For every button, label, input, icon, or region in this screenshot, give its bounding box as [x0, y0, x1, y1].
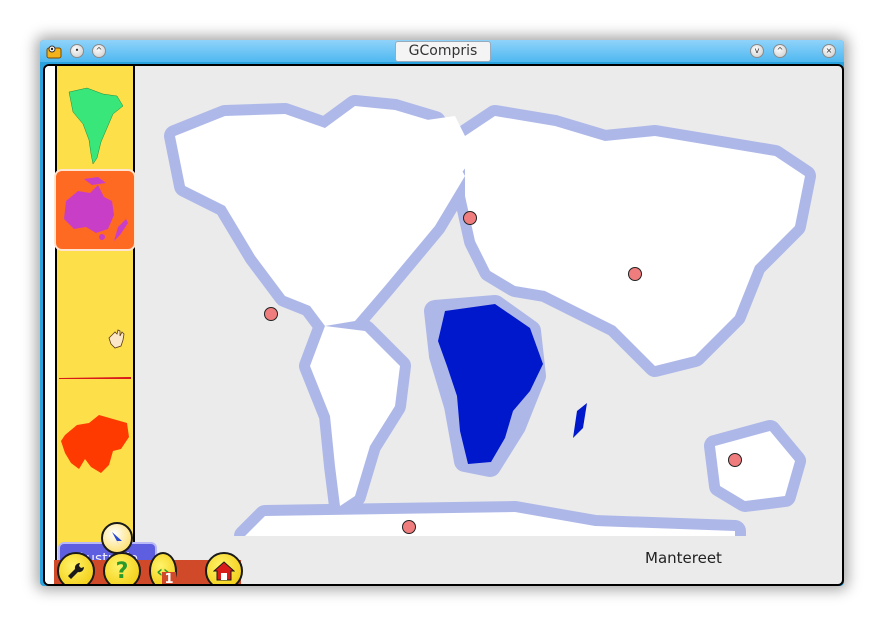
continent-piece-oceania[interactable] — [54, 169, 136, 251]
target-dot-asia[interactable] — [628, 267, 642, 281]
world-map — [135, 66, 842, 547]
minimize-button[interactable]: v — [750, 44, 764, 58]
target-dot-europe[interactable] — [463, 211, 477, 225]
oceania-shape — [64, 177, 128, 241]
gcompris-app-icon[interactable] — [46, 43, 62, 59]
left-margin — [45, 66, 57, 584]
menu-button[interactable]: • — [70, 44, 84, 58]
home-glyph — [213, 561, 235, 581]
asia-shape — [61, 415, 129, 473]
title-bar: • ^ GCompris v ^ × — [40, 40, 844, 62]
target-dot-australia[interactable] — [728, 453, 742, 467]
level-number: 1 — [162, 572, 176, 584]
continent-piece-europe[interactable] — [57, 366, 133, 379]
game-canvas: Mantereet Australia ? ‹› 1 — [43, 64, 844, 586]
close-button[interactable]: × — [822, 44, 836, 58]
home-icon[interactable] — [205, 552, 243, 584]
south-america-shape — [68, 87, 124, 165]
app-window: • ^ GCompris v ^ × Mantereet ? ‹› 1 — [40, 40, 844, 586]
ok-arrow-icon[interactable] — [101, 522, 133, 554]
continent-piece-asia[interactable] — [57, 411, 133, 481]
placed-slot — [57, 328, 133, 358]
target-name-label: Mantereet — [645, 549, 722, 567]
help-icon[interactable]: ? — [103, 552, 141, 584]
target-dot-north-america[interactable] — [264, 307, 278, 321]
madagascar-shape — [573, 403, 587, 438]
hand-cursor-icon — [108, 329, 125, 349]
wrench-icon[interactable] — [57, 552, 95, 584]
wrench-glyph — [68, 562, 85, 579]
europe-shape — [59, 377, 131, 379]
target-dot-antarctica[interactable] — [402, 520, 416, 534]
maximize-button[interactable]: ^ — [773, 44, 787, 58]
keep-above-button[interactable]: ^ — [92, 44, 106, 58]
arrow-glyph — [112, 532, 122, 545]
continent-piece-south-america[interactable] — [57, 84, 133, 168]
window-title: GCompris — [395, 41, 491, 62]
continent-sidebar — [54, 66, 136, 584]
